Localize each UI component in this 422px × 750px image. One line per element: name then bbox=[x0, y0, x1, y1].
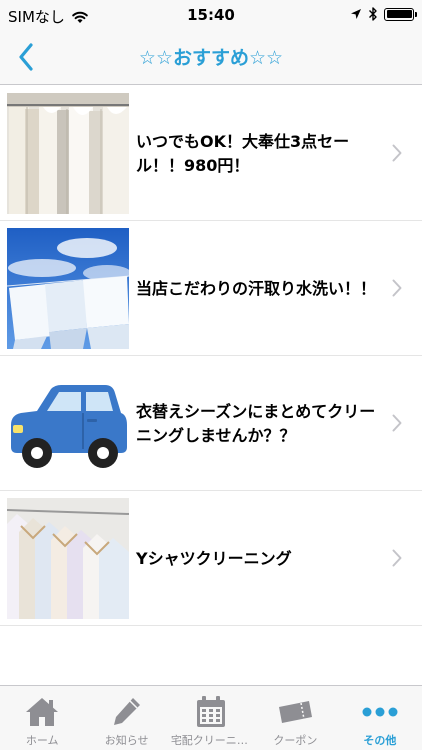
chevron-left-icon bbox=[19, 43, 33, 71]
pencil-icon bbox=[113, 698, 140, 725]
chevron-right-icon bbox=[392, 144, 402, 162]
list-item[interactable]: いつでもOK！大奉仕3点セール！！980円！ bbox=[0, 86, 422, 221]
ticket-icon bbox=[279, 701, 313, 723]
status-right bbox=[344, 6, 417, 22]
list-item-title: いつでもOK！大奉仕3点セール！！980円！ bbox=[136, 131, 350, 175]
tab-label: ホーム bbox=[25, 734, 59, 747]
recommendation-list: いつでもOK！大奉仕3点セール！！980円！ 当店こだわりの汗取り水洗い！！ 衣… bbox=[0, 86, 422, 626]
tab-notices[interactable]: お知らせ bbox=[84, 686, 168, 750]
tab-delivery-cleaning[interactable]: 宅配クリーニング bbox=[169, 686, 253, 750]
hanging-white-shirts-photo bbox=[7, 93, 129, 214]
battery-icon bbox=[384, 7, 417, 21]
list-item[interactable]: 衣替えシーズンにまとめてクリーニングしませんか？？ bbox=[0, 356, 422, 491]
status-bar: SIMなし 15:40 bbox=[0, 0, 422, 30]
navigation-bar: ☆☆おすすめ☆☆ bbox=[0, 30, 422, 85]
chevron-right-icon bbox=[392, 549, 402, 567]
dress-shirts-rack-photo bbox=[7, 498, 129, 619]
tab-home[interactable]: ホーム bbox=[0, 686, 84, 750]
blue-car-illustration bbox=[7, 363, 129, 484]
tab-label: 宅配クリーニング bbox=[170, 734, 252, 747]
tab-more[interactable]: その他 bbox=[338, 686, 422, 750]
more-icon bbox=[362, 707, 398, 717]
chevron-right-icon bbox=[392, 414, 402, 432]
tab-label: お知らせ bbox=[104, 734, 149, 747]
calendar-icon bbox=[197, 696, 226, 727]
chevron-right-icon bbox=[392, 279, 402, 297]
tab-label: その他 bbox=[363, 734, 397, 747]
bluetooth-icon bbox=[369, 7, 377, 21]
list-item-title: 衣替えシーズンにまとめてクリーニングしませんか？？ bbox=[136, 401, 376, 445]
list-item-title: 当店こだわりの汗取り水洗い！！ bbox=[136, 278, 377, 298]
location-arrow-icon bbox=[351, 9, 361, 19]
page-title: ☆☆おすすめ☆☆ bbox=[138, 47, 284, 69]
laundry-sky-photo bbox=[7, 228, 129, 349]
back-button[interactable] bbox=[4, 35, 48, 79]
list-item-title: Yシャツクリーニング bbox=[136, 548, 292, 568]
tab-label: クーポン bbox=[273, 734, 318, 747]
tab-bar: ホーム お知らせ 宅配クリーニング クーポン その他 bbox=[0, 685, 422, 750]
home-icon bbox=[26, 698, 59, 726]
list-item[interactable]: 当店こだわりの汗取り水洗い！！ bbox=[0, 221, 422, 356]
list-item[interactable]: Yシャツクリーニング bbox=[0, 491, 422, 626]
tab-coupon[interactable]: クーポン bbox=[253, 686, 337, 750]
